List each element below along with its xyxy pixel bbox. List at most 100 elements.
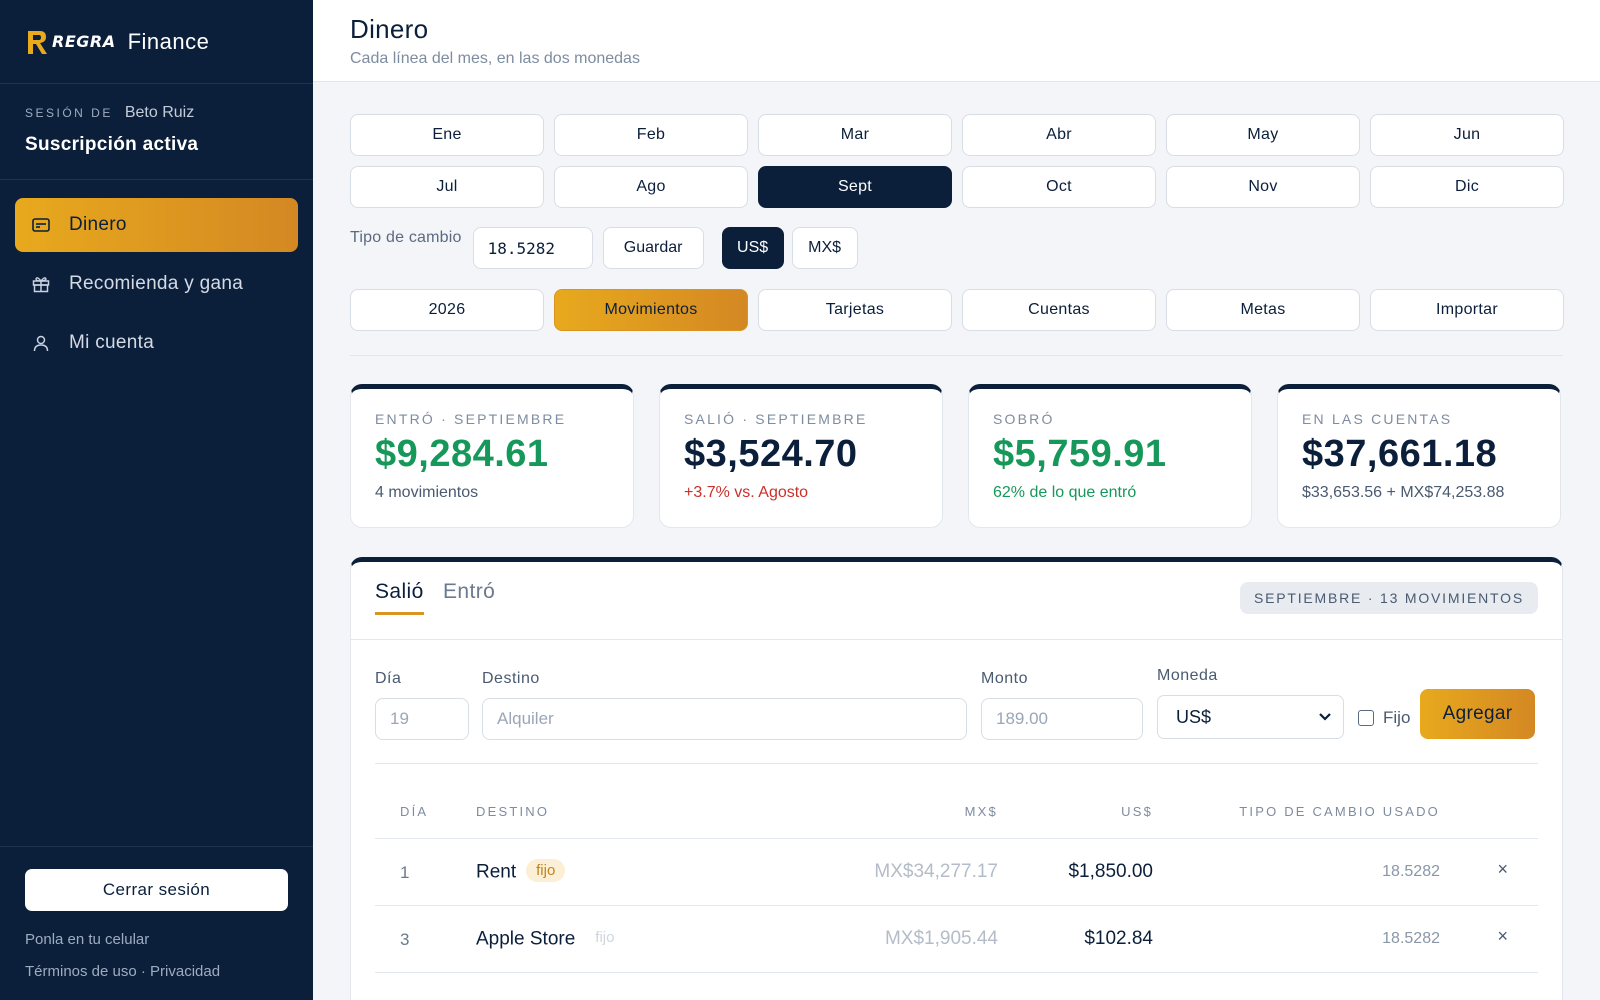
sidebar: REGRA Finance SESIÓN DE Beto Ruiz Suscri… [0,0,313,1000]
currency-mxn-toggle[interactable]: MX$ [791,227,858,269]
row-destination-text: Rent [476,861,517,883]
row-rate: 18.5282 [1382,930,1440,947]
month-oct[interactable]: Oct [962,166,1156,208]
install-app-link[interactable]: Ponla en tu celular [25,931,288,948]
card-label: ENTRÓ · SEPTIEMBRE [375,411,567,427]
add-button[interactable]: Agregar [1420,689,1535,739]
table-row[interactable]: 1 Rent fijo MX$34,277.17 $1,850.00 18.528… [375,839,1538,906]
sidebar-item-dinero[interactable]: Dinero [15,198,298,252]
destination-label: Destino [482,670,540,687]
surplus-card: SOBRÓ $5,759.91 62% de lo que entró [968,384,1252,528]
logout-button[interactable]: Cerrar sesión [25,869,288,911]
month-abr[interactable]: Abr [962,114,1156,156]
sidebar-footer: Cerrar sesión Ponla en tu celular Términ… [0,846,313,980]
sidebar-item-label: Mi cuenta [69,332,155,353]
session-label: SESIÓN DE [25,106,113,120]
card-label: SALIÓ · SEPTIEMBRE [684,411,868,427]
month-dic[interactable]: Dic [1370,166,1564,208]
destination-input[interactable]: Alquiler [482,698,967,740]
expense-card: SALIÓ · SEPTIEMBRE $3,524.70 +3.7% vs. A… [659,384,943,528]
movements-panel: Salió Entró SEPTIEMBRE · 13 MOVIMIENTOS … [350,557,1563,1000]
amount-label: Monto [981,670,1028,687]
card-note: +3.7% vs. Agosto [684,484,809,501]
sidebar-item-label: Dinero [69,214,127,235]
month-sept[interactable]: Sept [758,166,952,208]
day-input[interactable]: 19 [375,698,469,740]
fixed-checkbox[interactable] [1358,710,1374,726]
exchange-rate-input[interactable]: 18.5282 [472,227,593,269]
add-movement-form: Día 19 Destino Alquiler Monto 189.00 Mon… [375,640,1538,764]
row-destination-text: Apple Store [476,928,576,950]
sidebar-item-recomienda[interactable]: Recomienda y gana [15,257,298,311]
tab-entro[interactable]: Entró [443,580,495,604]
session-info: SESIÓN DE Beto Ruiz Suscripción activa [0,84,313,180]
exchange-rate-label: Tipo de cambio [350,229,462,246]
col-destination: DESTINO [476,804,550,819]
section-tabs: 2026 Movimientos Tarjetas Cuentas Metas … [350,289,1564,331]
fixed-badge: fijo [526,859,566,882]
row-day: 3 [400,930,410,949]
tab-importar[interactable]: Importar [1370,289,1564,331]
legal-links[interactable]: Términos de uso · Privacidad [25,963,288,980]
month-ago[interactable]: Ago [554,166,748,208]
row-mxn: MX$1,905.44 [884,928,998,949]
sidebar-item-mi-cuenta[interactable]: Mi cuenta [15,316,298,370]
page-title: Dinero [350,14,429,44]
save-rate-button[interactable]: Guardar [602,227,704,269]
month-may[interactable]: May [1166,114,1360,156]
table-row[interactable]: 3 Apple Store fijo MX$1,905.44 $102.84 18… [375,906,1538,973]
amount-input[interactable]: 189.00 [981,698,1143,740]
card-value: $3,524.70 [684,433,858,475]
month-selector-row-2: Jul Ago Sept Oct Nov Dic [350,166,1564,208]
accounts-card: EN LAS CUENTAS $37,661.18 $33,653.56 + M… [1277,384,1561,528]
brand-product: Finance [127,28,210,54]
panel-header: Salió Entró SEPTIEMBRE · 13 MOVIMIENTOS [351,562,1562,640]
month-nov[interactable]: Nov [1166,166,1360,208]
tab-metas[interactable]: Metas [1166,289,1360,331]
delete-icon[interactable]: × [1497,926,1508,947]
col-mxn: MX$ [964,804,998,819]
month-jun[interactable]: Jun [1370,114,1564,156]
income-card: ENTRÓ · SEPTIEMBRE $9,284.61 4 movimient… [350,384,634,528]
regra-logo-icon [28,30,47,54]
exchange-rate-row: Tipo de cambio 18.5282 Guardar US$ MX$ [350,227,1563,269]
card-note: 4 movimientos [375,484,479,501]
tab-tarjetas[interactable]: Tarjetas [758,289,952,331]
brand-name: REGRA [52,32,116,51]
row-destination: Apple Store fijo [476,928,624,951]
month-ene[interactable]: Ene [350,114,544,156]
day-label: Día [375,670,402,687]
currency-label: Moneda [1157,667,1218,684]
page-header: Dinero Cada línea del mes, en las dos mo… [313,0,1600,82]
currency-select[interactable]: US$ [1157,695,1344,739]
row-day: 1 [400,863,410,882]
tab-movimientos[interactable]: Movimientos [554,289,748,331]
page-subtitle: Cada línea del mes, en las dos monedas [350,50,640,67]
card-value: $5,759.91 [993,433,1167,475]
card-value: $9,284.61 [375,433,549,475]
currency-usd-toggle[interactable]: US$ [721,227,784,269]
row-rate: 18.5282 [1382,863,1440,880]
subscription-status: Suscripción activa [25,134,199,155]
brand[interactable]: REGRA Finance [0,0,313,84]
fixed-badge: fijo [595,929,615,946]
fixed-label: Fijo [1383,708,1411,727]
tab-2026[interactable]: 2026 [350,289,544,331]
tab-cuentas[interactable]: Cuentas [962,289,1156,331]
tab-salio[interactable]: Salió [375,580,424,615]
month-mar[interactable]: Mar [758,114,952,156]
currency-select-value: US$ [1176,706,1212,727]
col-usd: US$ [1121,804,1153,819]
row-destination: Rent fijo [476,859,566,884]
card-icon [31,215,51,235]
delete-icon[interactable]: × [1497,859,1508,880]
content-area: Ene Feb Mar Abr May Jun Jul Ago Sept Oct… [313,114,1600,1000]
card-label: SOBRÓ [993,411,1055,427]
row-usd: $102.84 [1084,928,1153,949]
month-jul[interactable]: Jul [350,166,544,208]
table-header: DÍA DESTINO MX$ US$ TIPO DE CAMBIO USADO [375,764,1538,839]
divider [350,355,1563,356]
month-feb[interactable]: Feb [554,114,748,156]
chevron-down-icon [1319,713,1331,721]
sidebar-item-label: Recomienda y gana [69,273,244,294]
